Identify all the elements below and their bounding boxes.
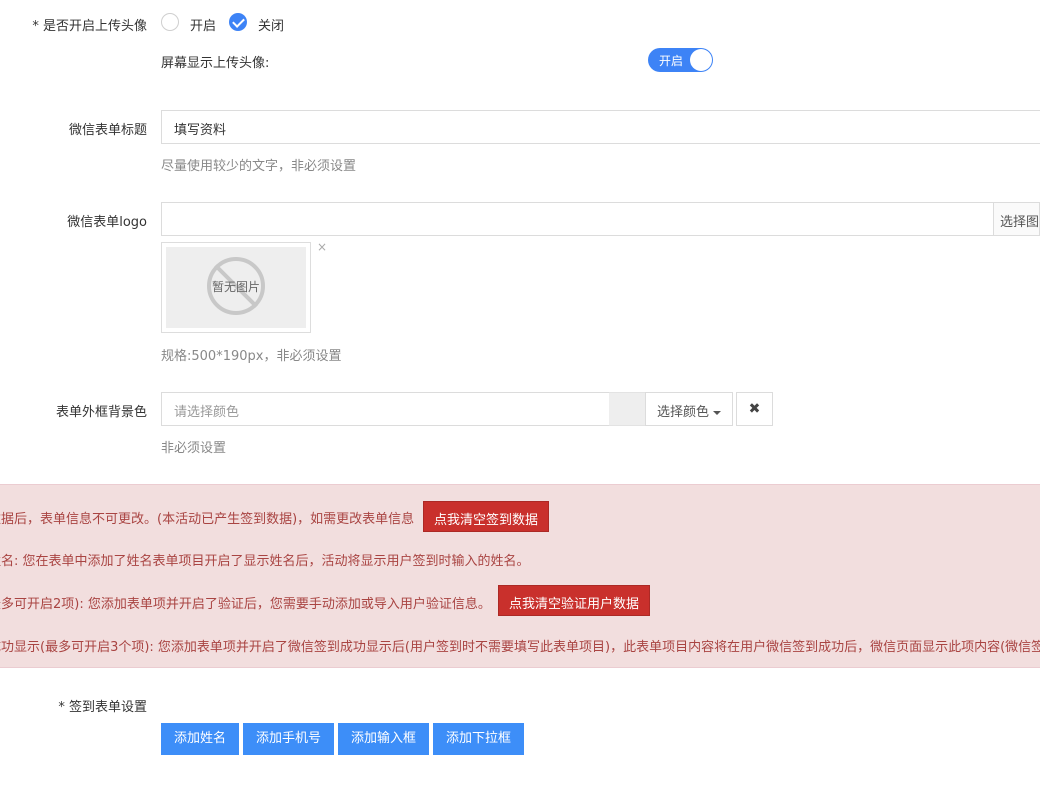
select-image-button[interactable]: 选择图 (993, 202, 1040, 236)
radio-off-label[interactable]: 关闭 (258, 15, 284, 34)
no-image-text: 暂无图片 (211, 280, 260, 294)
alert-line-2: 姓名: 您在表单中添加了姓名表单项目开启了显示姓名后，活动将显示用户签到时输入的… (0, 554, 530, 569)
clear-verify-data-button[interactable]: 点我清空验证用户数据 (498, 585, 651, 616)
add-name-button[interactable]: 添加姓名 (161, 723, 239, 755)
add-input-button[interactable]: 添加输入框 (338, 723, 429, 755)
form-title-help: 尽量使用较少的文字，非必须设置 (161, 159, 357, 174)
remove-image-icon[interactable]: × (317, 240, 327, 254)
select-color-label: 选择颜色 (657, 405, 710, 420)
signin-form-label: * 签到表单设置 (58, 700, 147, 715)
form-title-input[interactable]: 填写资料 (161, 110, 1040, 144)
clear-signin-data-button[interactable]: 点我清空签到数据 (423, 501, 550, 532)
bg-color-label: 表单外框背景色 (55, 405, 147, 420)
warning-alert: 数据后，表单信息不可更改。(本活动已产生签到数据)，如需更改表单信息 点我清空签… (0, 484, 1040, 668)
alert-line-4: 成功显示(最多可开启3个项): 您添加表单项并开启了微信签到成功显示后(用户签到… (0, 640, 1040, 655)
add-select-button[interactable]: 添加下拉框 (433, 723, 524, 755)
select-color-button[interactable]: 选择颜色 (645, 392, 733, 426)
add-phone-button[interactable]: 添加手机号 (243, 723, 334, 755)
form-logo-help: 规格:500*190px，非必须设置 (161, 349, 342, 364)
form-logo-input[interactable] (161, 202, 994, 236)
caret-down-icon (713, 410, 722, 415)
bg-color-input[interactable]: 请选择颜色 (161, 392, 610, 426)
alert-line-1: 数据后，表单信息不可更改。(本活动已产生签到数据)，如需更改表单信息 (0, 512, 415, 527)
bg-color-help: 非必须设置 (161, 441, 227, 456)
radio-off[interactable] (229, 13, 247, 31)
form-logo-label: 微信表单logo (67, 215, 147, 230)
logo-preview: 暂无图片 (161, 242, 311, 333)
clear-color-icon[interactable]: ✖ (736, 392, 773, 426)
upload-avatar-label: * 是否开启上传头像 (32, 19, 147, 34)
toggle-text: 开启 (659, 54, 684, 68)
color-swatch (609, 392, 645, 426)
radio-on[interactable] (161, 13, 179, 31)
screen-avatar-toggle[interactable]: 开启 (648, 48, 713, 72)
screen-avatar-label: 屏幕显示上传头像: (161, 56, 270, 71)
form-title-label: 微信表单标题 (68, 123, 147, 138)
radio-on-label[interactable]: 开启 (190, 15, 216, 34)
toggle-knob (690, 49, 712, 71)
alert-line-3: 最多可开启2项): 您添加表单项并开启了验证后，您需要手动添加或导入用户验证信息… (0, 597, 491, 612)
